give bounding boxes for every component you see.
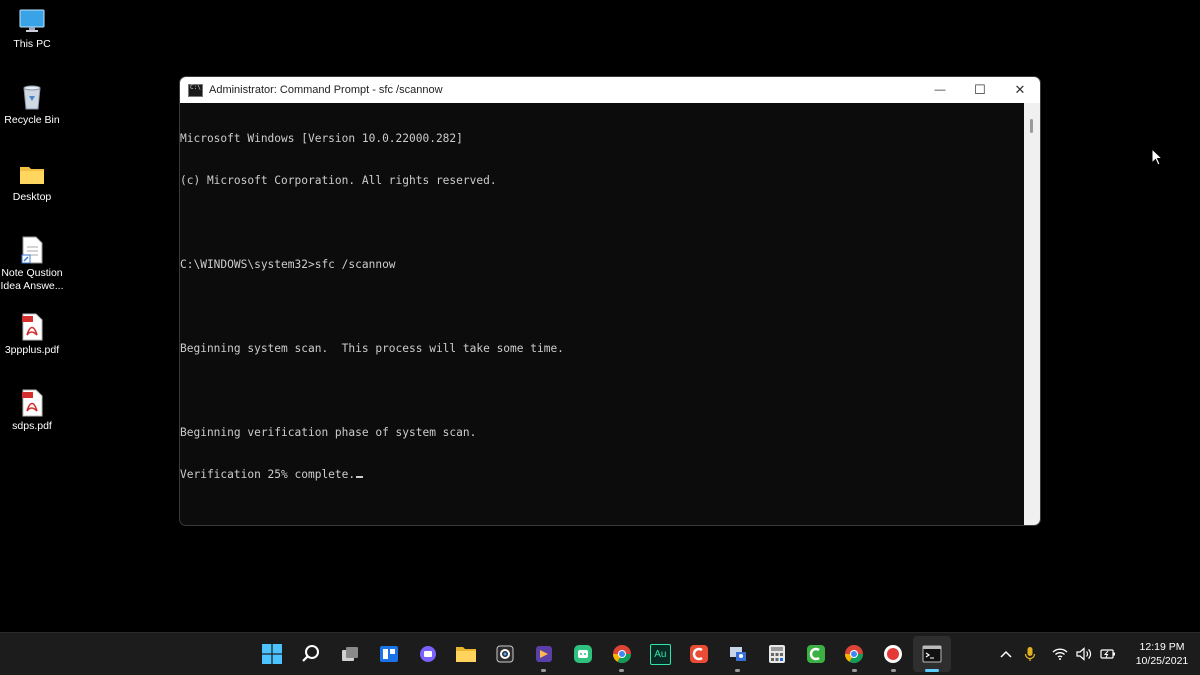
taskbar: Au 12:19 PM 10/25/2021 — [0, 632, 1200, 675]
desktop-icon-this-pc[interactable]: This PC — [0, 7, 64, 51]
desktop-icon-recycle-bin[interactable]: Recycle Bin — [0, 83, 64, 127]
media-app-button[interactable] — [525, 633, 564, 675]
camtasia-green-button[interactable] — [796, 633, 835, 675]
recycle-bin-icon — [19, 83, 45, 111]
chat-icon — [419, 646, 436, 662]
network-tool-icon — [729, 647, 746, 661]
recorder-button[interactable] — [874, 633, 913, 675]
monitor-icon — [19, 7, 45, 35]
running-indicator — [851, 669, 857, 672]
desktop-icon-label: Note Qustion Idea Answe... — [0, 267, 64, 292]
network-button[interactable] — [1048, 633, 1072, 675]
volume-button[interactable] — [1072, 633, 1096, 675]
desktop-icon-sdps-pdf[interactable]: sdps.pdf — [0, 389, 64, 433]
mouse-pointer-icon — [1151, 147, 1164, 171]
record-icon — [884, 645, 903, 663]
widgets-button[interactable] — [369, 633, 408, 675]
calculator-icon — [768, 645, 785, 663]
start-button[interactable] — [253, 633, 292, 675]
network-tool-button[interactable] — [719, 633, 758, 675]
console-line: Beginning system scan. This process will… — [180, 342, 564, 355]
microphone-button[interactable] — [1018, 633, 1042, 675]
scrollbar-thumb[interactable] — [1030, 119, 1033, 133]
window-titlebar[interactable]: Administrator: Command Prompt - sfc /sca… — [180, 77, 1040, 103]
desktop-icon-label: sdps.pdf — [12, 420, 52, 432]
folder-icon — [456, 647, 477, 662]
camtasia-button[interactable] — [680, 633, 719, 675]
running-indicator — [619, 669, 625, 672]
vertical-scrollbar[interactable] — [1024, 103, 1040, 525]
pdf-icon — [19, 389, 45, 417]
calculator-button[interactable] — [757, 633, 796, 675]
clock-button[interactable]: 12:19 PM 10/25/2021 — [1124, 640, 1200, 668]
task-view-icon — [341, 647, 358, 661]
chat-button[interactable] — [408, 633, 447, 675]
speaker-icon — [1076, 647, 1092, 661]
green-app-icon — [573, 645, 592, 663]
minimize-button[interactable]: — — [920, 77, 960, 103]
desktop-icon-note[interactable]: Note Qustion Idea Answe... — [0, 236, 64, 293]
camtasia-green-icon — [806, 645, 825, 663]
document-shortcut-icon — [19, 236, 45, 264]
media-app-icon — [535, 646, 552, 662]
chevron-up-icon — [1000, 650, 1012, 658]
windows-logo-icon — [262, 644, 283, 664]
desktop-icon-label: Recycle Bin — [4, 114, 60, 126]
running-indicator — [924, 669, 939, 672]
search-icon — [302, 645, 320, 662]
chrome-icon — [845, 645, 864, 664]
console-line: C:\WINDOWS\system32>sfc /scannow — [180, 258, 396, 271]
task-view-button[interactable] — [331, 633, 370, 675]
console-line-last: Verification 25% complete. — [180, 468, 1024, 482]
console-line: Beginning verification phase of system s… — [180, 426, 477, 439]
chrome-profile-button[interactable] — [602, 633, 641, 675]
file-explorer-button[interactable] — [447, 633, 486, 675]
console-line: (c) Microsoft Corporation. All rights re… — [180, 174, 497, 187]
show-hidden-icons-button[interactable] — [994, 633, 1018, 675]
pdf-icon — [19, 313, 45, 341]
clock-date: 10/25/2021 — [1135, 655, 1189, 667]
terminal-icon — [922, 645, 942, 663]
chrome-button[interactable] — [835, 633, 874, 675]
console-line: Verification 25% complete. — [180, 468, 356, 481]
camtasia-icon — [690, 645, 709, 663]
running-indicator — [541, 669, 547, 672]
green-app-button[interactable] — [563, 633, 602, 675]
chrome-icon — [612, 645, 631, 664]
widgets-icon — [379, 646, 398, 662]
command-prompt-window[interactable]: Administrator: Command Prompt - sfc /sca… — [180, 77, 1040, 525]
desktop-icon-label: Desktop — [12, 191, 52, 203]
wifi-icon — [1052, 648, 1068, 660]
close-button[interactable]: ✕ — [1000, 77, 1040, 103]
text-cursor — [356, 476, 364, 478]
console-line: Microsoft Windows [Version 10.0.22000.28… — [180, 132, 463, 145]
audition-icon: Au — [649, 643, 671, 665]
desktop-icon-label: 3ppplus.pdf — [4, 344, 60, 356]
maximize-button[interactable]: ☐ — [960, 77, 1000, 103]
system-tray: 12:19 PM 10/25/2021 — [994, 633, 1200, 675]
camera-app-icon — [496, 645, 514, 663]
audition-button[interactable]: Au — [641, 633, 680, 675]
desktop-icon-desktop[interactable]: Desktop — [0, 160, 64, 204]
search-button[interactable] — [292, 633, 331, 675]
terminal-button[interactable] — [912, 636, 952, 672]
cmd-icon — [188, 83, 203, 97]
battery-icon — [1100, 649, 1115, 659]
taskbar-apps: Au — [253, 633, 952, 675]
running-indicator — [735, 669, 741, 672]
photo-app-button[interactable] — [486, 633, 525, 675]
desktop-icon-label: This PC — [13, 38, 51, 50]
running-indicator — [890, 669, 896, 672]
battery-button[interactable] — [1096, 633, 1120, 675]
microphone-icon — [1024, 647, 1036, 661]
clock-time: 12:19 PM — [1139, 641, 1185, 653]
folder-icon — [19, 160, 45, 188]
console-output[interactable]: Microsoft Windows [Version 10.0.22000.28… — [180, 103, 1024, 525]
desktop-icon-3ppplus-pdf[interactable]: 3ppplus.pdf — [0, 313, 64, 357]
audition-icon-text: Au — [654, 648, 667, 660]
window-title: Administrator: Command Prompt - sfc /sca… — [209, 84, 443, 96]
